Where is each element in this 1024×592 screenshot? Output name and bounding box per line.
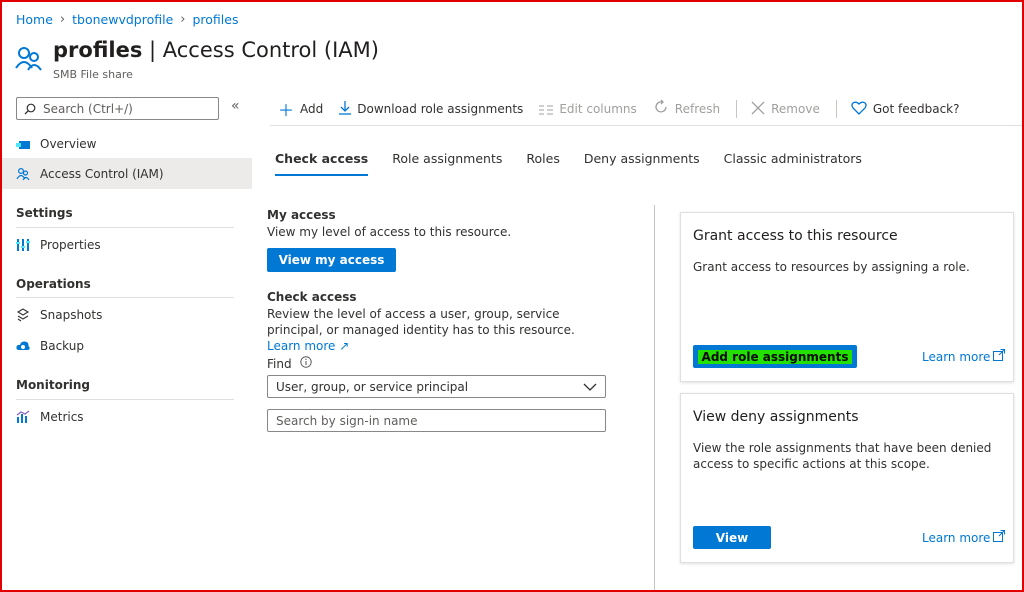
page-subtitle: SMB File share	[53, 68, 133, 81]
view-my-access-button[interactable]: View my access	[267, 248, 396, 272]
sidebar-item-metrics[interactable]: Metrics	[0, 401, 252, 432]
breadcrumb: Home › tbonewvdprofile › profiles	[16, 12, 238, 27]
sidebar-section-monitoring: Monitoring	[16, 378, 90, 392]
divider	[736, 100, 738, 118]
refresh-icon	[653, 99, 669, 119]
tab-check-access[interactable]: Check access	[275, 151, 369, 176]
download-label: Download role assignments	[357, 102, 524, 116]
properties-icon	[16, 238, 30, 252]
plus-icon: ＋	[278, 101, 295, 120]
divider	[835, 100, 837, 118]
sidebar-search-placeholder: Search (Ctrl+/)	[43, 101, 133, 116]
divider	[270, 125, 1022, 126]
chevron-right-icon: ›	[59, 12, 66, 27]
divider	[16, 227, 234, 228]
check-access-heading: Check access	[267, 290, 357, 304]
people-icon	[14, 44, 44, 74]
resource-name: profiles	[53, 38, 143, 62]
heart-icon	[851, 100, 867, 119]
add-button[interactable]: ＋ Add	[278, 97, 323, 121]
add-label: Add	[300, 102, 324, 116]
breadcrumb-home[interactable]: Home	[16, 12, 53, 27]
grant-access-title: Grant access to this resource	[693, 228, 898, 244]
download-icon	[339, 100, 352, 119]
view-deny-button[interactable]: View	[693, 526, 771, 549]
sidebar-item-overview[interactable]: Overview	[0, 128, 252, 159]
metrics-icon	[16, 410, 30, 424]
grant-learn-more-link[interactable]: Learn more	[922, 349, 1006, 364]
download-role-assignments-button[interactable]: Download role assignments	[339, 100, 523, 119]
columns-icon	[539, 100, 554, 119]
add-role-assignments-label: Add role assignments	[697, 349, 853, 364]
learn-more-label: Learn more	[922, 349, 991, 364]
find-dropdown-value: User, group, or service principal	[276, 379, 469, 394]
chevron-down-icon	[583, 380, 597, 394]
sidebar-item-backup[interactable]: Backup	[0, 330, 252, 361]
add-role-assignments-button[interactable]: Add role assignments	[693, 345, 857, 368]
collapse-sidebar-icon[interactable]: «	[231, 98, 240, 114]
edit-columns-button[interactable]: Edit columns	[539, 100, 637, 119]
sidebar-section-settings: Settings	[16, 206, 73, 220]
sidebar-section-operations: Operations	[16, 277, 91, 291]
my-access-description: View my level of access to this resource…	[267, 225, 512, 239]
sidebar-item-label: Properties	[40, 237, 101, 252]
external-link-icon: ↗	[335, 339, 350, 353]
breadcrumb-profiles[interactable]: profiles	[192, 12, 238, 27]
sidebar-search-input[interactable]: Search (Ctrl+/)	[16, 97, 219, 120]
check-access-description: Review the level of access a user, group…	[267, 306, 612, 354]
blade-name: | Access Control (IAM)	[149, 38, 379, 62]
my-access-heading: My access	[267, 208, 336, 222]
edit-columns-label: Edit columns	[559, 102, 637, 116]
view-deny-description: View the role assignments that have been…	[693, 441, 992, 471]
search-icon	[23, 102, 37, 116]
grant-access-description: Grant access to resources by assigning a…	[693, 260, 970, 274]
learn-more-label: Learn more	[922, 530, 991, 545]
tab-deny-assignments[interactable]: Deny assignments	[584, 151, 700, 176]
find-dropdown[interactable]: User, group, or service principal	[267, 375, 606, 398]
tab-roles[interactable]: Roles	[526, 151, 559, 176]
sidebar-item-label: Overview	[40, 136, 97, 151]
feedback-label: Got feedback?	[872, 102, 960, 116]
tab-bar: Check access Role assignments Roles Deny…	[275, 151, 862, 176]
sign-in-name-placeholder: Search by sign-in name	[276, 413, 418, 428]
sidebar-item-label: Access Control (IAM)	[40, 166, 164, 181]
deny-learn-more-link[interactable]: Learn more	[922, 530, 1006, 545]
breadcrumb-storage-account[interactable]: tbonewvdprofile	[72, 12, 173, 27]
find-label: Find	[267, 356, 312, 371]
divider	[16, 297, 234, 298]
people-icon	[16, 167, 30, 181]
snapshots-icon	[16, 307, 30, 322]
sidebar-item-access-control[interactable]: Access Control (IAM)	[0, 158, 252, 189]
refresh-label: Refresh	[674, 102, 721, 116]
close-icon	[751, 100, 765, 119]
remove-label: Remove	[771, 102, 820, 116]
divider	[654, 205, 655, 590]
chevron-right-icon: ›	[180, 12, 186, 27]
info-icon[interactable]	[299, 356, 312, 371]
tab-role-assignments[interactable]: Role assignments	[392, 151, 502, 176]
refresh-button[interactable]: Refresh	[653, 99, 720, 119]
sidebar-item-label: Metrics	[40, 409, 84, 424]
find-label-text: Find	[267, 356, 292, 371]
remove-button[interactable]: Remove	[751, 100, 820, 119]
divider	[16, 399, 234, 400]
page-title: profiles | Access Control (IAM)	[53, 38, 379, 62]
sidebar-item-label: Backup	[40, 338, 84, 353]
sign-in-name-search-input[interactable]: Search by sign-in name	[267, 409, 606, 432]
sidebar-item-snapshots[interactable]: Snapshots	[0, 299, 252, 330]
file-share-icon	[16, 137, 30, 151]
sidebar-item-properties[interactable]: Properties	[0, 229, 252, 260]
external-link-icon	[993, 349, 1006, 364]
sidebar-item-label: Snapshots	[40, 307, 103, 322]
tab-classic-administrators[interactable]: Classic administrators	[724, 151, 862, 176]
backup-icon	[16, 339, 30, 353]
view-deny-title: View deny assignments	[693, 409, 859, 425]
check-access-text: Review the level of access a user, group…	[267, 307, 575, 337]
command-bar: ＋ Add Download role assignments Edit col…	[278, 98, 975, 120]
external-link-icon	[993, 530, 1006, 545]
learn-more-link[interactable]: Learn more	[267, 339, 335, 353]
feedback-button[interactable]: Got feedback?	[851, 100, 960, 119]
